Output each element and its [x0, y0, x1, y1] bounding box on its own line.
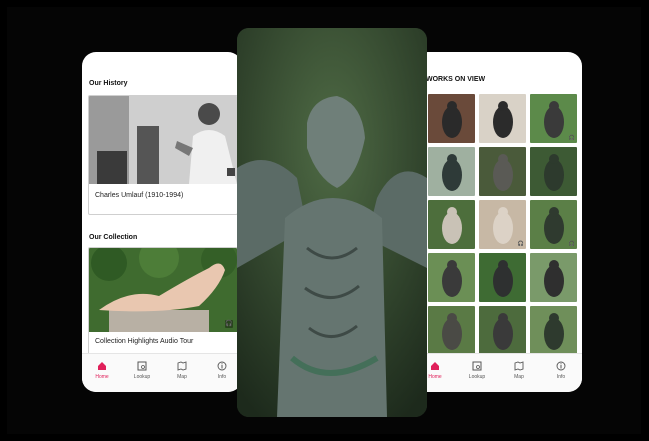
sculpture-image: [479, 147, 526, 196]
home-icon: [431, 362, 439, 370]
section-title-works: WORKS ON VIEW: [426, 76, 486, 83]
history-caption: Charles Umlauf (1910-1994): [95, 192, 184, 199]
works-grid: 🎧 🎧 🎧: [428, 94, 578, 355]
sculpture-image: [428, 94, 475, 143]
sculpture-image: [428, 200, 475, 249]
work-thumbnail[interactable]: 🎧: [530, 200, 577, 249]
tab-lookup-label: Lookup: [468, 374, 486, 380]
work-thumbnail[interactable]: [428, 306, 475, 355]
sculpture-image: [530, 147, 577, 196]
work-thumbnail[interactable]: 🎧: [479, 200, 526, 249]
work-thumbnail[interactable]: [530, 306, 577, 355]
sculpture-image: [479, 94, 526, 143]
tab-bar-right: Home Lookup Map Info: [414, 353, 582, 392]
section-title-collection: Our Collection: [89, 234, 138, 241]
map-icon: [514, 361, 524, 371]
work-thumbnail[interactable]: [479, 253, 526, 302]
collection-caption: Collection Highlights Audio Tour: [95, 338, 194, 345]
tab-lookup-label: Lookup: [133, 374, 151, 380]
home-icon: [98, 362, 106, 370]
work-thumbnail[interactable]: [530, 253, 577, 302]
section-title-history: Our History: [89, 80, 128, 87]
tab-info-label: Info: [217, 374, 227, 380]
work-thumbnail[interactable]: 🎧: [530, 94, 577, 143]
info-icon: [217, 361, 227, 371]
sculpture-image: [428, 306, 475, 355]
lookup-icon: [137, 361, 147, 371]
phone-left-screen: Our History Charles Umlauf (1910-1994) O…: [82, 52, 242, 392]
tab-home-label: Home: [95, 374, 109, 380]
info-icon: [556, 361, 566, 371]
tab-info[interactable]: Info: [202, 354, 242, 392]
tab-info[interactable]: Info: [540, 354, 582, 392]
sculpture-image: [428, 253, 475, 302]
headphones-icon: 🎧: [517, 241, 524, 247]
tab-home[interactable]: Home: [82, 354, 122, 392]
sculpture-photo: [237, 28, 427, 417]
history-card[interactable]: Charles Umlauf (1910-1994): [88, 95, 238, 215]
work-thumbnail[interactable]: [428, 147, 475, 196]
work-thumbnail[interactable]: [530, 147, 577, 196]
work-thumbnail[interactable]: [479, 147, 526, 196]
headphones-icon: 🎧: [568, 241, 575, 247]
tab-map[interactable]: Map: [162, 354, 202, 392]
tab-lookup[interactable]: Lookup: [456, 354, 498, 392]
tab-map[interactable]: Map: [498, 354, 540, 392]
tab-map-label: Map: [177, 374, 187, 380]
sculpture-image: [530, 306, 577, 355]
tab-bar-left: Home Lookup Map Info: [82, 353, 242, 392]
work-thumbnail[interactable]: [428, 200, 475, 249]
history-photo: [89, 96, 237, 184]
tab-lookup[interactable]: Lookup: [122, 354, 162, 392]
headphones-icon: 🎧: [568, 135, 575, 141]
sculpture-image: [530, 253, 577, 302]
sculpture-hero-image: [237, 28, 427, 417]
work-thumbnail[interactable]: [479, 94, 526, 143]
sculpture-image: [479, 253, 526, 302]
lookup-icon: [472, 361, 482, 371]
phone-right-screen: WORKS ON VIEW 🎧 🎧 🎧 Home Lookup Map Info: [414, 52, 582, 392]
collection-card[interactable]: 🎧 Collection Highlights Audio Tour: [88, 247, 238, 357]
map-icon: [177, 361, 187, 371]
work-thumbnail[interactable]: [428, 94, 475, 143]
sculpture-image: [479, 306, 526, 355]
tab-map-label: Map: [514, 374, 524, 380]
tab-home-label: Home: [428, 374, 442, 380]
work-thumbnail[interactable]: [479, 306, 526, 355]
sculpture-image: [428, 147, 475, 196]
work-thumbnail[interactable]: [428, 253, 475, 302]
headphones-icon: 🎧: [225, 320, 233, 328]
collection-photo: [89, 248, 237, 332]
tab-info-label: Info: [556, 374, 566, 380]
